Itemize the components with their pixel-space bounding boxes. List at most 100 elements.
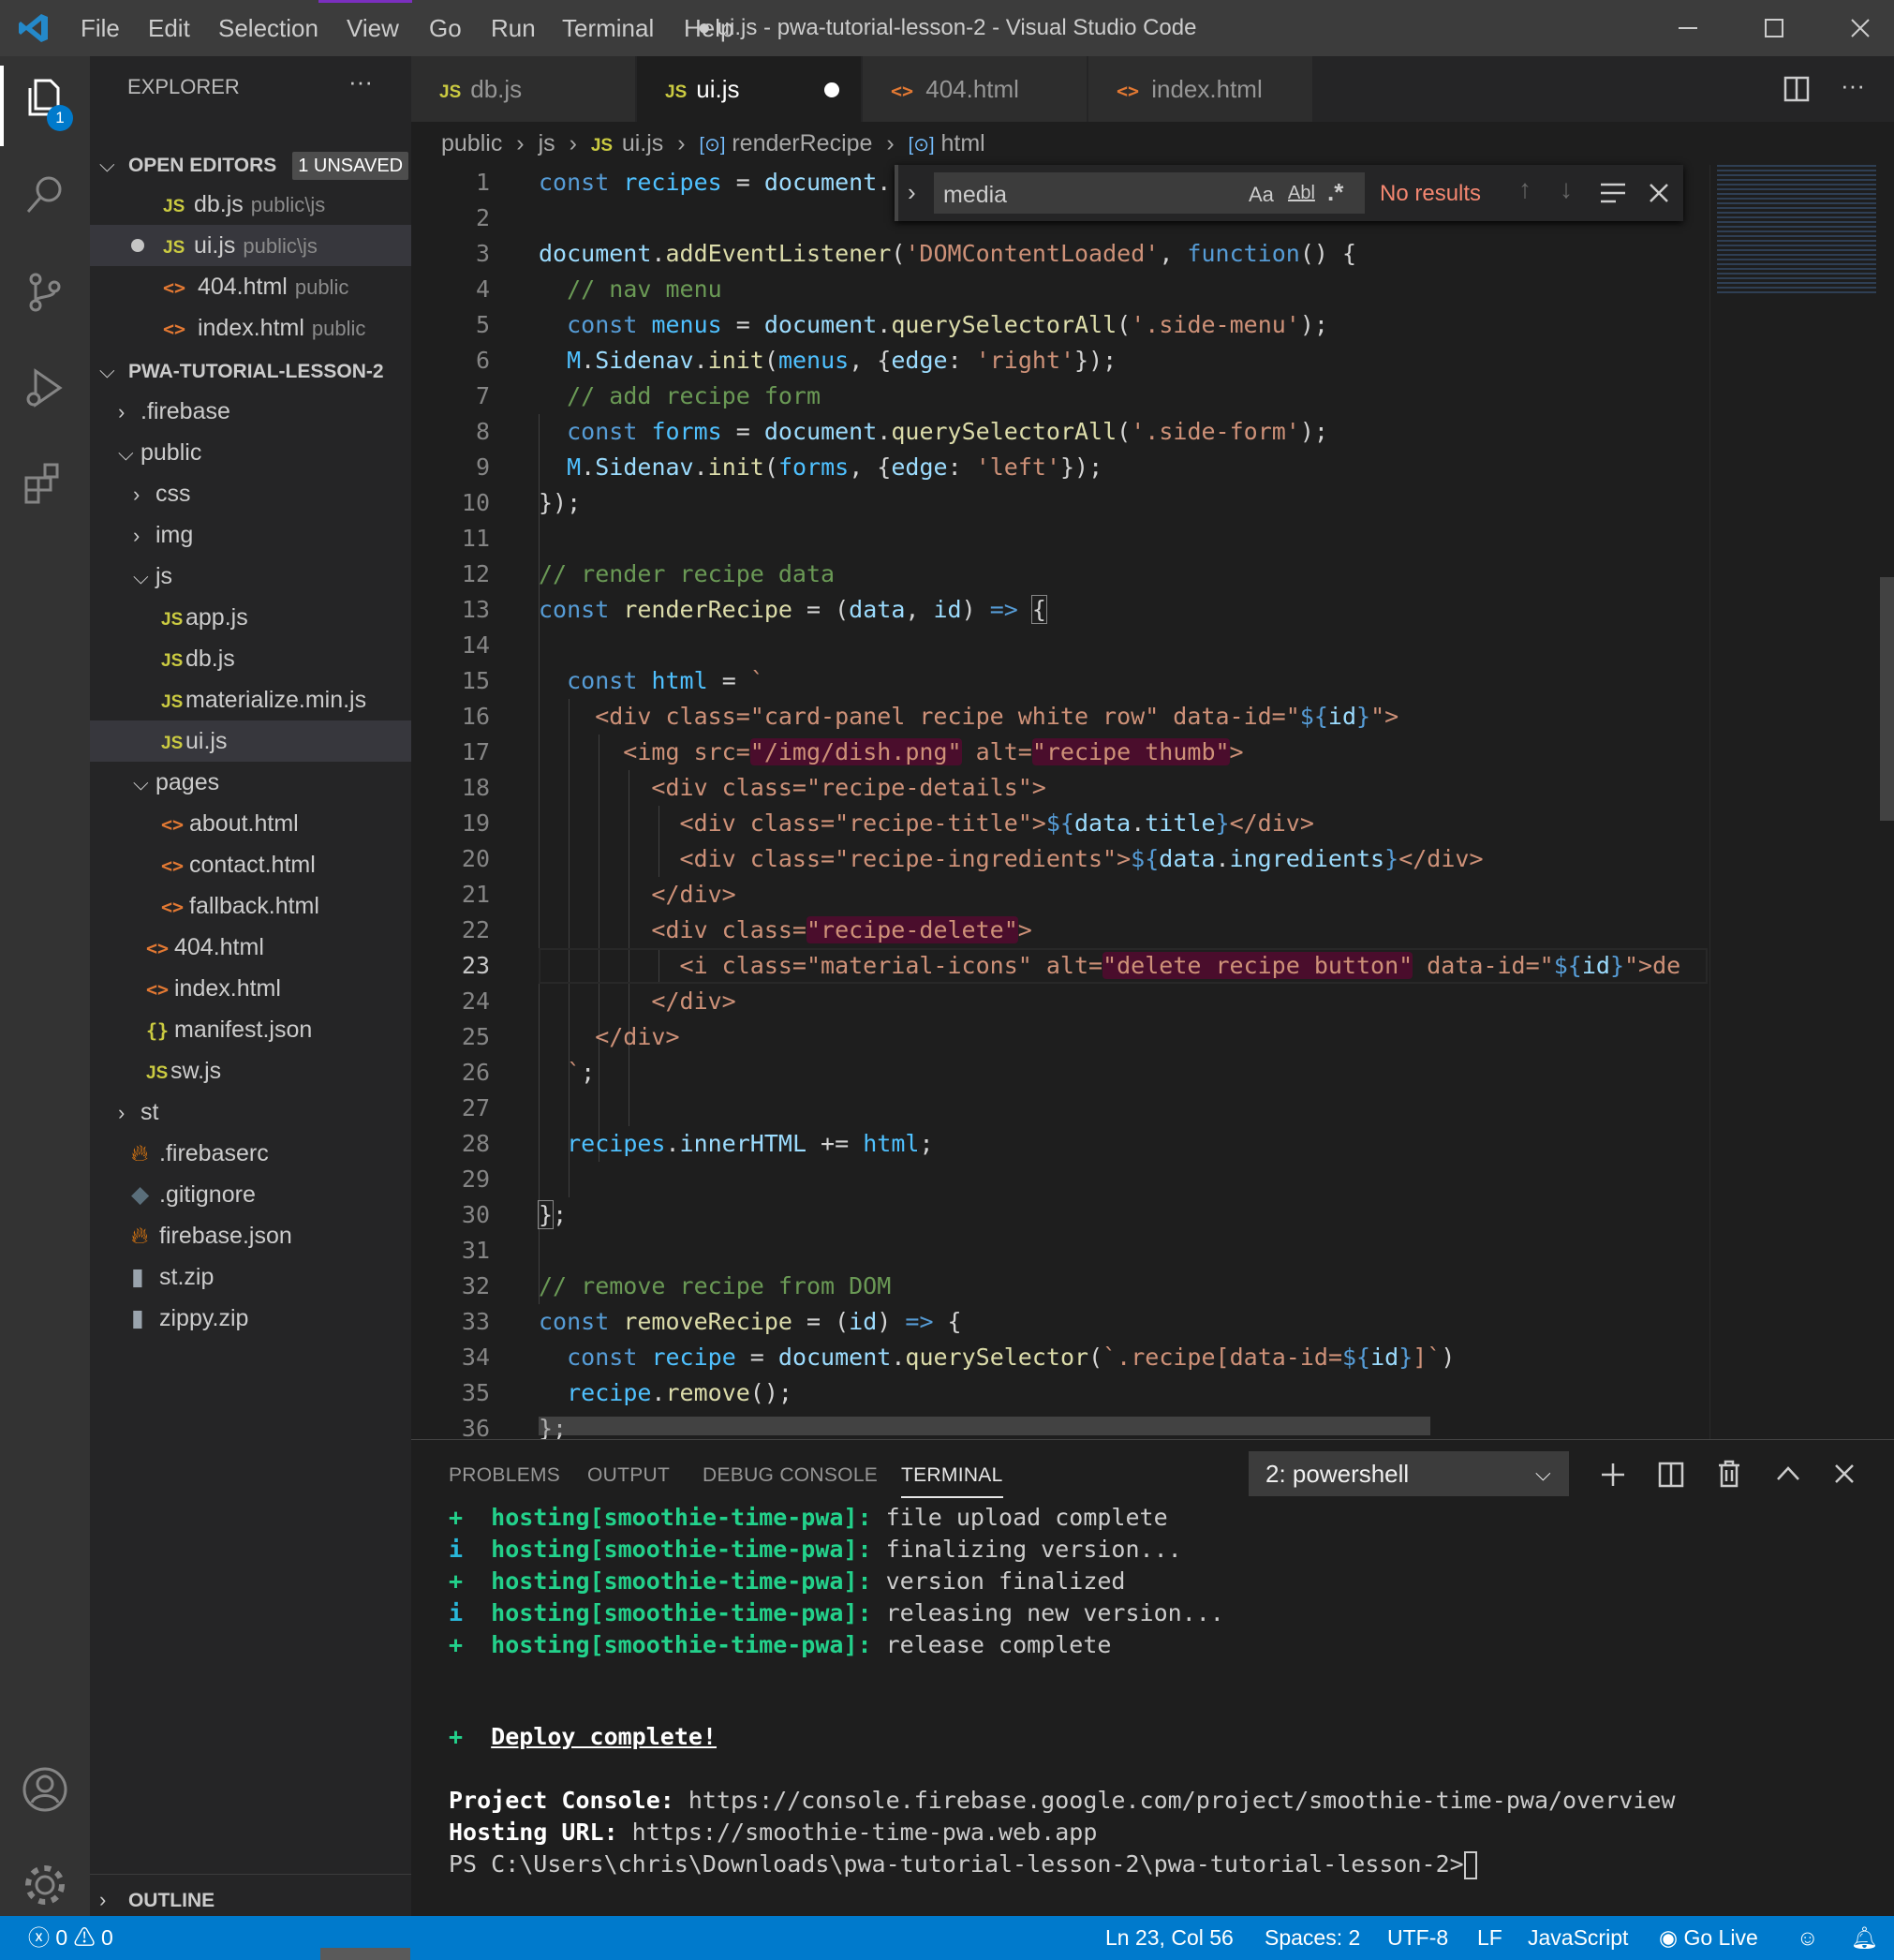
outline-header[interactable]: › OUTLINE — [90, 1878, 411, 1920]
breadcrumb-public[interactable]: public — [441, 130, 502, 156]
regex-icon[interactable]: .* — [1327, 178, 1343, 207]
breadcrumb-file[interactable]: ui.js — [622, 130, 663, 156]
tree-item[interactable]: › st — [90, 1091, 411, 1133]
tab-ui-js[interactable]: JS ui.js — [637, 56, 862, 122]
code-line-8: const forms = document.querySelectorAll(… — [567, 418, 1328, 445]
project-header[interactable]: ⌵ PWA-TUTORIAL-LESSON-2 — [90, 349, 411, 391]
menu-file[interactable]: File — [81, 0, 120, 56]
horizontal-scrollbar[interactable] — [539, 1417, 1430, 1435]
tab-problems[interactable]: PROBLEMS — [449, 1464, 560, 1487]
new-terminal-icon[interactable] — [1599, 1461, 1627, 1489]
close-find-icon[interactable] — [1648, 182, 1670, 204]
match-case-icon[interactable]: Aa — [1249, 183, 1274, 207]
editor-more-icon[interactable]: ··· — [1841, 71, 1865, 100]
split-editor-icon[interactable] — [1783, 75, 1811, 103]
terminal-select[interactable]: 2: powershell ⌵ — [1249, 1451, 1569, 1496]
tree-item[interactable]: <> 404.html — [90, 927, 411, 968]
breadcrumb-variable[interactable]: html — [941, 130, 985, 156]
tree-item[interactable]: JS app.js — [90, 597, 411, 638]
tree-item[interactable]: ▮ zippy.zip — [90, 1298, 411, 1339]
menu-terminal[interactable]: Terminal — [562, 0, 654, 56]
close-window-icon[interactable] — [1849, 17, 1872, 39]
line-ending[interactable]: LF — [1477, 1916, 1502, 1960]
open-editor-db-js[interactable]: JS db.js public\js — [90, 184, 411, 225]
tree-item[interactable]: 🔥︎ firebase.json — [90, 1215, 411, 1256]
tab-db-js[interactable]: JS db.js — [411, 56, 636, 122]
breadcrumb-function[interactable]: renderRecipe — [732, 130, 872, 156]
menu-view[interactable]: View — [347, 0, 399, 56]
find-input[interactable]: media Aa Abl .* — [934, 172, 1365, 214]
tree-item[interactable]: <> contact.html — [90, 844, 411, 885]
tree-item[interactable]: › css — [90, 473, 411, 514]
menu-edit[interactable]: Edit — [148, 0, 190, 56]
previous-match-icon[interactable]: ↑ — [1518, 174, 1531, 204]
tree-item[interactable]: <> fallback.html — [90, 885, 411, 927]
tree-item[interactable]: 🔥︎ .firebaserc — [90, 1133, 411, 1174]
language-mode[interactable]: JavaScript — [1528, 1916, 1628, 1960]
menu-selection[interactable]: Selection — [218, 0, 318, 56]
cursor-position[interactable]: Ln 23, Col 56 — [1105, 1916, 1234, 1960]
find-in-selection-icon[interactable] — [1599, 180, 1627, 206]
tree-item[interactable]: JS ui.js — [90, 720, 411, 762]
open-editor-404-html[interactable]: <> 404.html public — [90, 266, 411, 307]
tab-terminal[interactable]: TERMINAL — [901, 1464, 1003, 1498]
open-editors-header[interactable]: ⌵ OPEN EDITORS 1 UNSAVED — [90, 143, 411, 185]
indentation[interactable]: Spaces: 2 — [1265, 1916, 1360, 1960]
tree-item[interactable]: › .firebase — [90, 391, 411, 432]
code-line-10: }); — [539, 489, 582, 516]
menu-go[interactable]: Go — [429, 0, 462, 56]
find-resize-handle[interactable] — [895, 165, 898, 221]
feedback-icon[interactable]: ☺ — [1797, 1916, 1818, 1960]
line-number: 32 — [461, 1272, 490, 1299]
minimap[interactable] — [1717, 165, 1876, 296]
tab-output[interactable]: OUTPUT — [587, 1464, 670, 1487]
maximize-icon[interactable] — [1763, 17, 1785, 39]
tree-item[interactable]: {} manifest.json — [90, 1009, 411, 1050]
notifications-bell-icon[interactable]: 🔔︎ — [1851, 1916, 1878, 1960]
tree-item[interactable]: ▮ st.zip — [90, 1256, 411, 1298]
search-icon[interactable] — [22, 172, 67, 217]
tab-404-html[interactable]: <> 404.html — [863, 56, 1088, 122]
tree-item[interactable]: JS sw.js — [90, 1050, 411, 1091]
hosting-url[interactable]: https://smoothie-time-pwa.web.app — [618, 1819, 1098, 1846]
console-url[interactable]: https://console.firebase.google.com/proj… — [674, 1787, 1676, 1814]
settings-gear-icon[interactable] — [21, 1861, 69, 1909]
menu-help[interactable]: Help — [684, 0, 733, 56]
close-panel-icon[interactable] — [1833, 1463, 1856, 1485]
open-editor-index-html[interactable]: <> index.html public — [90, 307, 411, 349]
whole-word-icon[interactable]: Abl — [1288, 183, 1315, 204]
problems-status[interactable]: ⓧ 0 ⚠ 0 — [28, 1916, 113, 1960]
tree-item[interactable]: <> index.html — [90, 968, 411, 1009]
tree-item[interactable]: ⌵ pages — [90, 762, 411, 803]
tree-item[interactable]: <> about.html — [90, 803, 411, 844]
tree-item[interactable]: › img — [90, 514, 411, 556]
tab-debug-console[interactable]: DEBUG CONSOLE — [703, 1464, 878, 1487]
open-editor-ui-js[interactable]: JS ui.js public\js — [90, 225, 411, 266]
more-actions-icon[interactable]: ··· — [348, 67, 373, 97]
go-live-button[interactable]: ◉ Go Live — [1659, 1916, 1758, 1960]
extensions-icon[interactable] — [22, 461, 67, 506]
account-icon[interactable] — [21, 1765, 69, 1814]
vertical-scrollbar[interactable] — [1880, 577, 1894, 821]
code-editor[interactable]: 1 2 3 4 5 6 7 8 9 10 11 12 13 14 15 16 17 18 19 20 21 22 23 24 2… — [411, 165, 1894, 1439]
menu-run[interactable]: Run — [491, 0, 536, 56]
trash-icon[interactable] — [1715, 1459, 1743, 1489]
tree-item[interactable]: ⌵ public — [90, 432, 411, 473]
next-match-icon[interactable]: ↓ — [1560, 174, 1573, 204]
source-control-icon[interactable] — [22, 270, 67, 315]
tab-index-html[interactable]: <> index.html — [1088, 56, 1313, 122]
maximize-panel-icon[interactable] — [1775, 1463, 1801, 1485]
tree-item[interactable]: JS materialize.min.js — [90, 679, 411, 720]
minimize-icon[interactable] — [1677, 17, 1699, 39]
tree-item[interactable]: JS db.js — [90, 638, 411, 679]
toggle-replace-icon[interactable]: › — [908, 178, 916, 207]
breadcrumb-js[interactable]: js — [539, 130, 555, 156]
run-debug-icon[interactable] — [22, 365, 67, 410]
terminal-prompt[interactable]: PS C:\Users\chris\Downloads\pwa-tutorial… — [449, 1849, 1477, 1880]
unsaved-dot-icon[interactable] — [824, 82, 839, 97]
encoding[interactable]: UTF-8 — [1387, 1916, 1448, 1960]
unsaved-dot-icon[interactable] — [131, 239, 144, 252]
split-terminal-icon[interactable] — [1657, 1461, 1685, 1489]
tree-item[interactable]: ⌵ js — [90, 556, 411, 597]
tree-item[interactable]: ◆ .gitignore — [90, 1174, 411, 1215]
